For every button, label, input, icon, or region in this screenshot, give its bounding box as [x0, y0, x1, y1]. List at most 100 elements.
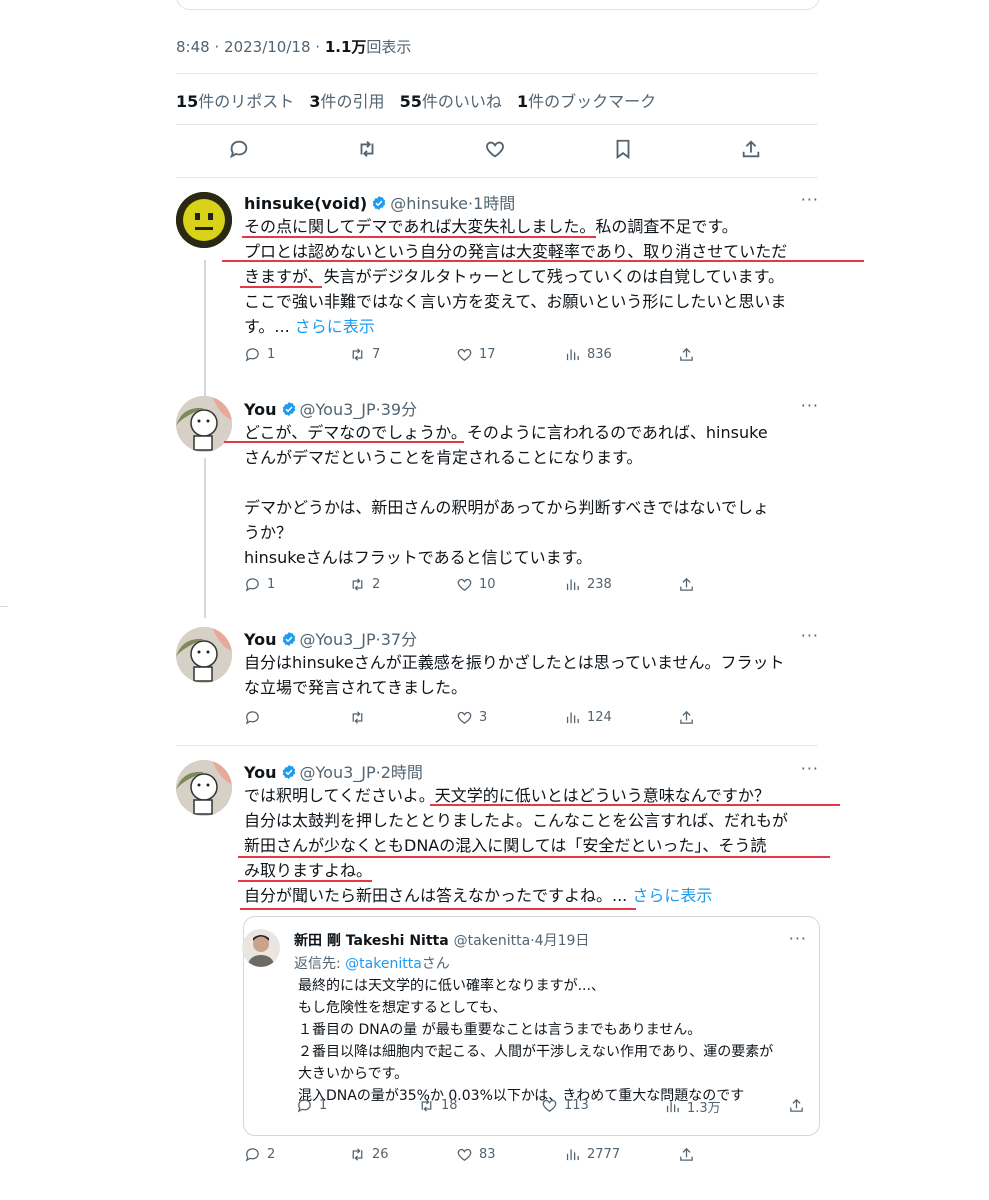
more-options-icon[interactable]: ··· — [801, 759, 819, 778]
handle[interactable]: @You3_JP — [300, 400, 376, 419]
author-line: You @You3_JP·39分 — [244, 400, 418, 419]
display-name[interactable]: hinsuke(void) — [244, 194, 367, 213]
likes-stat[interactable]: 55件のいいね — [400, 92, 502, 111]
author-line: You @You3_JP·37分 — [244, 630, 418, 649]
divider — [176, 73, 818, 74]
handle[interactable]: @hinsuke — [390, 194, 468, 213]
reply-count[interactable]: 2 — [244, 1146, 275, 1163]
view-count[interactable]: 836 — [564, 346, 612, 363]
reply-count[interactable]: 1 — [296, 1097, 327, 1114]
share-icon[interactable] — [678, 576, 701, 593]
tweet-text: その点に関してデマであれば大変失礼しました。私の調査不足です。 プロとは認めないと… — [244, 217, 788, 336]
quoted-author-line: 新田 剛 Takeshi Nitta @takenitta·4月19日 — [294, 933, 590, 949]
like-icon[interactable] — [484, 138, 512, 166]
like-icon — [457, 1148, 472, 1161]
display-name[interactable]: You — [244, 630, 277, 649]
scroll-edge-mark — [0, 606, 8, 607]
reply-count[interactable]: 1 — [244, 576, 275, 593]
annotation-underline — [240, 908, 636, 910]
like-icon — [542, 1099, 557, 1112]
more-options-icon[interactable]: ··· — [801, 626, 819, 645]
timestamp[interactable]: 1時間 — [473, 194, 515, 213]
display-name[interactable]: You — [244, 400, 277, 419]
repost-count[interactable]: 18 — [418, 1097, 458, 1114]
like-count[interactable]: 17 — [456, 346, 496, 363]
view-count[interactable]: 2777 — [564, 1146, 620, 1163]
share-icon[interactable] — [740, 138, 768, 166]
character-avatar-image — [176, 760, 232, 816]
tweet-text: では釈明してくださいよ。天文学的に低いとはどういう意味なんですか？ 自分は太鼓判を… — [244, 786, 789, 905]
quoted-card-top-edge — [176, 0, 820, 10]
repost-icon — [352, 711, 363, 724]
timestamp[interactable]: 4月19日 — [535, 933, 590, 949]
character-avatar-image — [176, 627, 232, 683]
annotation-underline — [240, 286, 322, 288]
like-count[interactable]: 113 — [541, 1097, 589, 1114]
views-icon — [566, 579, 579, 591]
view-count[interactable]: 1.3万 — [664, 1097, 721, 1116]
thread-line — [204, 458, 206, 618]
more-options-icon[interactable]: ··· — [801, 396, 819, 415]
like-count[interactable]: 3 — [456, 709, 487, 726]
reply-icon[interactable] — [228, 138, 256, 166]
annotation-underline — [238, 856, 830, 858]
handle[interactable]: @You3_JP — [300, 630, 376, 649]
annotation-underline — [224, 441, 464, 443]
bookmarks-stat[interactable]: 1件のブックマーク — [517, 92, 656, 111]
bookmark-icon[interactable] — [612, 138, 640, 166]
display-name[interactable]: 新田 剛 Takeshi Nitta — [294, 933, 449, 949]
share-icon[interactable] — [788, 1097, 811, 1114]
avatar[interactable] — [176, 760, 232, 816]
tweet-metrics: 3 124 — [244, 709, 704, 731]
reply-count[interactable]: 1 — [244, 346, 275, 363]
annotation-underline — [238, 880, 372, 882]
timestamp[interactable]: 37分 — [381, 630, 417, 649]
quotes-stat[interactable]: 3件の引用 — [309, 92, 384, 111]
repost-count[interactable]: 7 — [349, 346, 380, 363]
quoted-tweet-metrics: 1 18 113 1.3万 — [296, 1097, 816, 1117]
reply-to-line: 返信先: @takenittaさん — [294, 956, 450, 972]
timestamp[interactable]: 39分 — [381, 400, 417, 419]
reply-icon — [297, 1099, 311, 1113]
display-name[interactable]: You — [244, 763, 277, 782]
show-more-link[interactable]: さらに表示 — [632, 886, 712, 905]
like-count[interactable]: 10 — [456, 576, 496, 593]
reposts-stat[interactable]: 15件のリポスト — [176, 92, 294, 111]
view-count[interactable]: 124 — [564, 709, 612, 726]
smiley-avatar-image — [176, 192, 232, 248]
show-more-link[interactable]: さらに表示 — [295, 317, 375, 336]
share-icon[interactable] — [678, 1146, 701, 1163]
handle[interactable]: @takenitta — [454, 933, 531, 949]
repost-icon — [421, 1099, 432, 1112]
view-count[interactable]: 238 — [564, 576, 612, 593]
more-options-icon[interactable]: ··· — [789, 929, 807, 948]
share-icon[interactable] — [678, 346, 701, 363]
annotation-underline — [222, 260, 864, 262]
reply-to-handle[interactable]: @takenitta — [345, 956, 422, 972]
handle[interactable]: @You3_JP — [300, 763, 376, 782]
like-count[interactable]: 83 — [456, 1146, 496, 1163]
avatar[interactable] — [176, 627, 232, 683]
reply-count[interactable] — [244, 709, 267, 726]
divider — [176, 745, 818, 746]
tweet-timestamp[interactable]: 8:48 · 2023/10/18 · 1.1万回表示 — [176, 36, 411, 57]
timestamp[interactable]: 2時間 — [381, 763, 423, 782]
views-count: 1.1万 — [324, 38, 367, 56]
repost-count[interactable]: 2 — [349, 576, 380, 593]
quoted-avatar[interactable] — [242, 929, 280, 967]
repost-count[interactable] — [349, 709, 372, 726]
repost-count[interactable]: 26 — [349, 1146, 389, 1163]
views-icon — [666, 1101, 679, 1113]
share-icon[interactable] — [678, 709, 701, 726]
author-line: You @You3_JP·2時間 — [244, 763, 423, 782]
quoted-tweet-card[interactable]: 新田 剛 Takeshi Nitta @takenitta·4月19日 ··· … — [242, 916, 820, 1136]
annotation-underline — [430, 804, 840, 806]
repost-icon[interactable] — [356, 138, 384, 166]
tweet-date: 2023/10/18 — [224, 38, 311, 56]
avatar[interactable] — [176, 192, 232, 248]
avatar[interactable] — [176, 396, 232, 452]
tweet-metrics: 2 26 83 2777 — [244, 1146, 704, 1168]
verified-badge-icon — [372, 196, 386, 210]
reply-icon — [245, 1148, 259, 1162]
more-options-icon[interactable]: ··· — [801, 190, 819, 209]
